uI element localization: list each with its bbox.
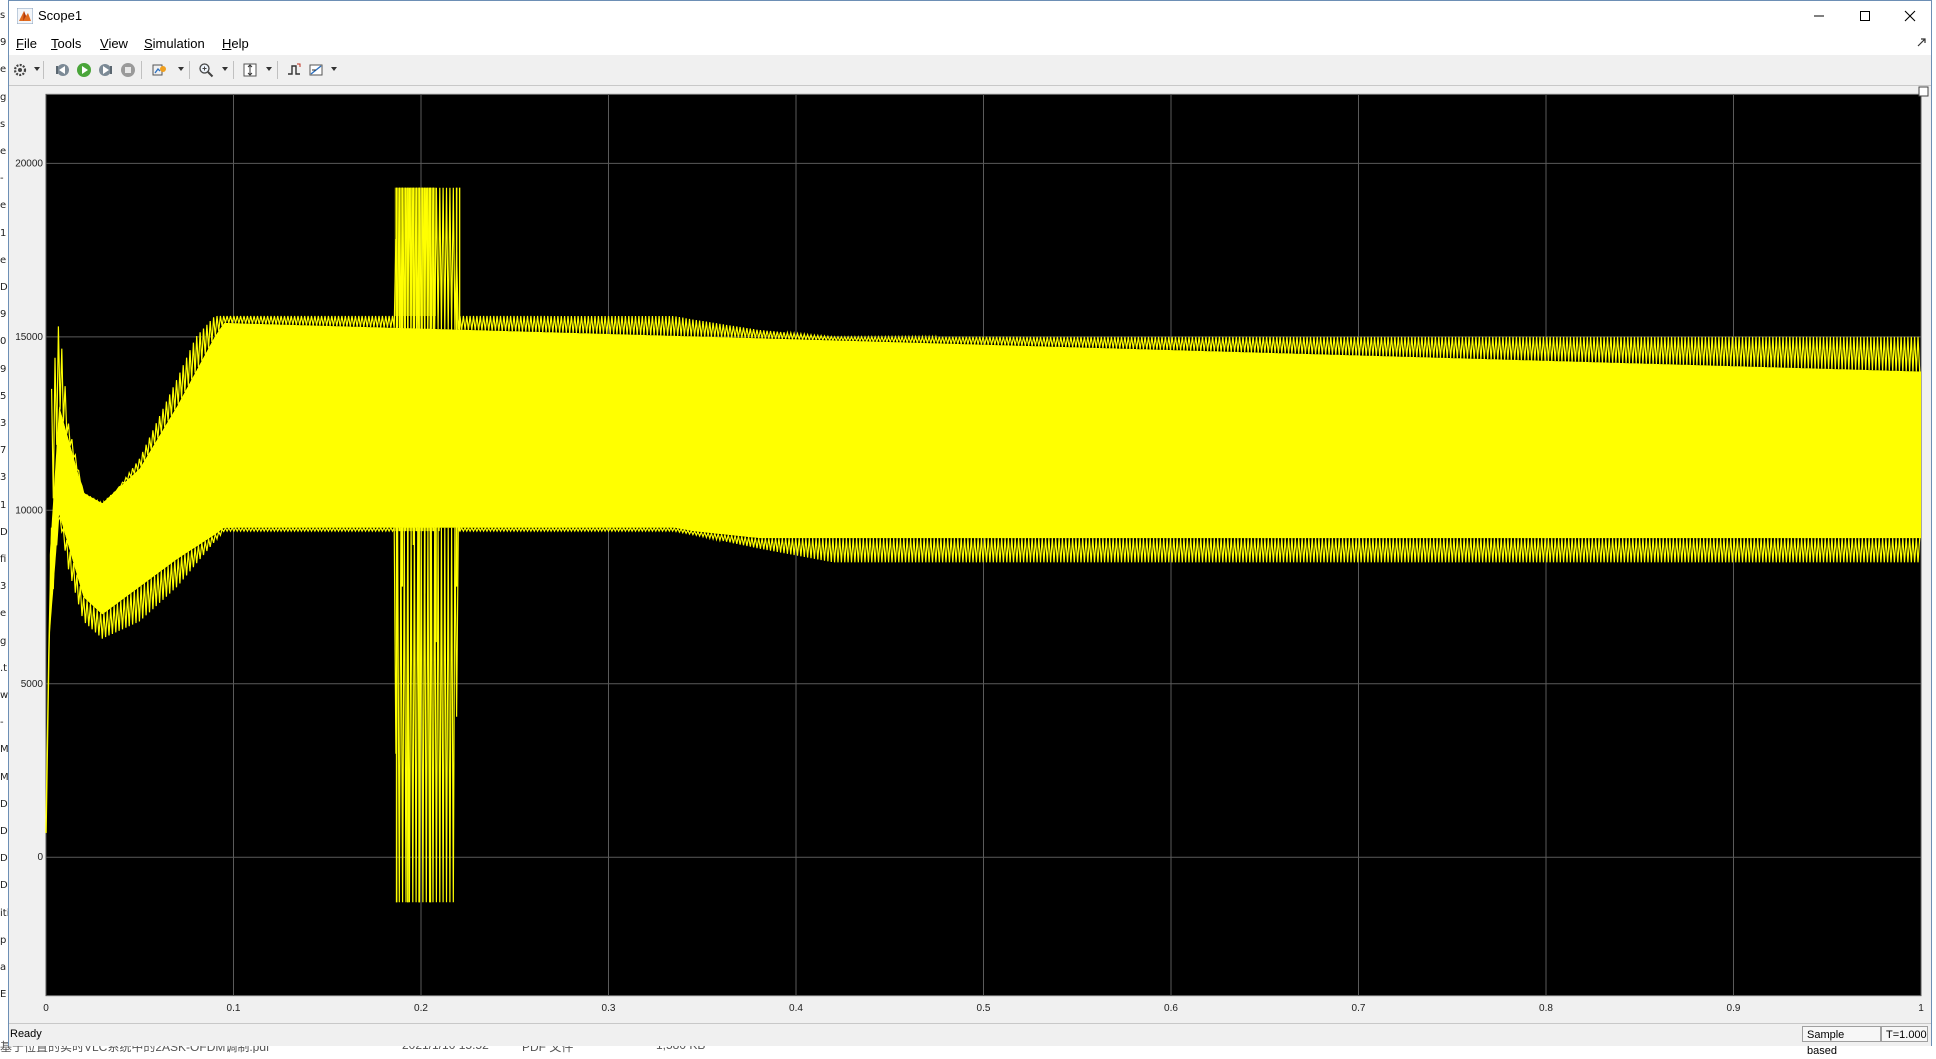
x-tick-label: 0.7 [1352,1003,1366,1014]
y-tick-label: 20000 [15,158,43,169]
x-tick-label: 0.2 [414,1003,428,1014]
simulink-app-icon [17,8,33,24]
toolbar-separator [141,61,142,79]
scale-axes-icon [243,63,257,77]
run-icon [77,63,91,77]
menu-simulation[interactable]: Simulation [144,36,205,51]
menu-view[interactable]: View [100,36,128,51]
triggers-icon [288,63,301,75]
toolbar-separator [189,61,190,79]
status-ready-text: Ready [10,1028,42,1040]
step-back-icon [56,64,69,76]
step-forward-icon [99,64,112,76]
highlight-icon [152,64,166,76]
highlight-dropdown-arrow[interactable] [178,67,184,71]
zoom-icon [199,63,214,78]
scope-plot[interactable]: 0 0.1 0.2 0.3 0.4 0.5 0.6 0.7 0.8 0.9 1 0 5000 10000 1… [9,86,1931,1020]
menu-tools[interactable]: Tools [51,36,81,51]
close-icon [1904,10,1916,22]
triggers-button[interactable] [285,61,303,79]
expand-axes-icon [1918,86,1929,97]
scope-window: Scope1 File Tools View Simulation Help 0… [8,0,1932,1057]
x-tick-label: 0.4 [789,1003,803,1014]
step-forward-button[interactable] [97,61,115,79]
toolbar-separator [43,61,44,79]
x-tick-label: 0 [43,1003,49,1014]
menu-bar: File Tools View Simulation Help [9,31,1931,55]
x-tick-label: 0.3 [602,1003,616,1014]
scale-dropdown-arrow[interactable] [266,67,272,71]
scale-axes-button[interactable] [241,61,259,79]
toolbar-separator [233,61,234,79]
stop-icon [121,63,135,77]
x-tick-label: 1 [1918,1003,1924,1014]
status-bar: Ready Sample based T=1.000 [9,1023,1931,1057]
close-button[interactable] [1887,1,1933,31]
y-tick-label: 0 [37,852,43,863]
maximize-button[interactable] [1842,1,1888,31]
y-tick-label: 15000 [15,332,43,343]
maximize-icon [1860,11,1870,21]
measurements-button[interactable] [307,61,325,79]
sample-mode-indicator: Sample based [1802,1026,1881,1057]
run-button[interactable] [75,61,93,79]
x-tick-label: 0.8 [1539,1003,1553,1014]
title-bar: Scope1 [9,1,1931,31]
toolbar [9,55,1931,86]
y-tick-label: 5000 [21,679,44,690]
x-tick-label: 0.6 [1164,1003,1178,1014]
window-title: Scope1 [38,8,83,23]
config-button[interactable] [11,61,29,79]
scope-display: 0 0.1 0.2 0.3 0.4 0.5 0.6 0.7 0.8 0.9 1 0 5000 10000 1… [9,86,1931,1020]
zoom-button[interactable] [197,61,215,79]
stop-button[interactable] [119,61,137,79]
minimize-button[interactable] [1796,1,1842,31]
step-back-button[interactable] [53,61,71,79]
x-tick-label: 0.5 [977,1003,991,1014]
y-tick-label: 10000 [15,505,43,516]
undock-icon[interactable] [1917,37,1927,47]
zoom-dropdown-arrow[interactable] [222,67,228,71]
x-tick-label: 0.1 [227,1003,241,1014]
disturbance-upper-block [394,187,436,317]
toolbar-separator [277,61,278,79]
x-tick-label: 0.9 [1727,1003,1741,1014]
config-dropdown-arrow[interactable] [34,67,40,71]
measurements-icon [309,64,323,76]
menu-file[interactable]: File [16,36,37,51]
highlight-signal-button[interactable] [151,61,169,79]
gear-icon [13,63,27,77]
minimize-icon [1814,15,1824,17]
measurements-dropdown-arrow[interactable] [331,67,337,71]
disturbance-lower-block [394,468,436,532]
menu-help[interactable]: Help [222,36,249,51]
simulation-time-indicator: T=1.000 [1881,1026,1928,1042]
